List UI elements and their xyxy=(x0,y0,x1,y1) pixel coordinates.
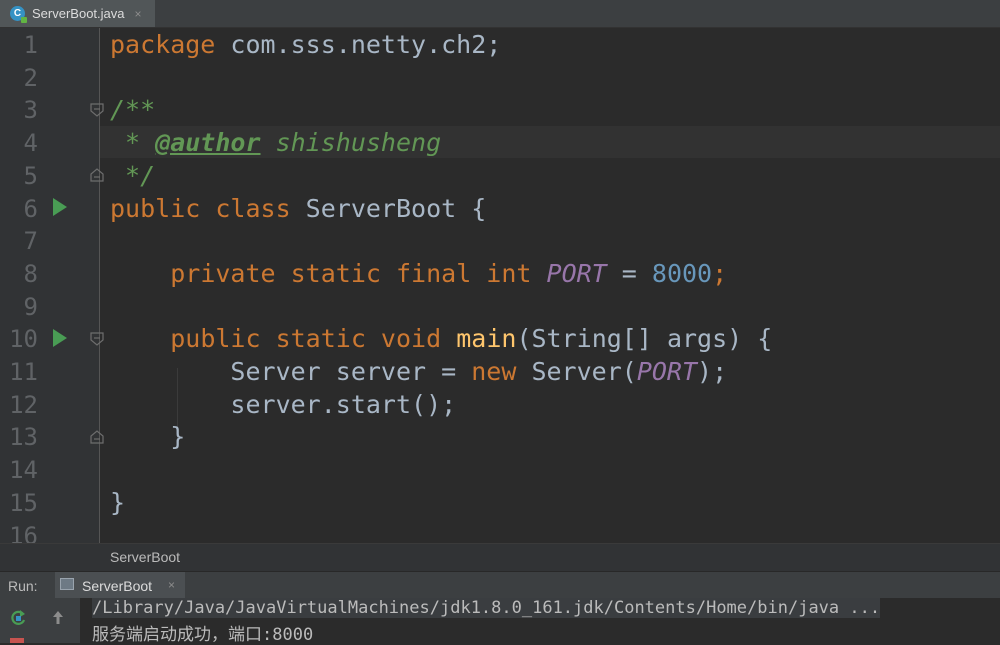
unfold-icon[interactable] xyxy=(90,168,104,182)
code-line-4: * @author shishusheng xyxy=(110,128,442,158)
close-tab-icon[interactable]: × xyxy=(135,7,142,21)
code-line-6: public class ServerBoot { xyxy=(110,193,487,223)
line-number: 4 xyxy=(23,129,38,158)
breadcrumb: ServerBoot xyxy=(0,543,1000,571)
run-class-icon[interactable] xyxy=(53,198,67,216)
run-label: Run: xyxy=(8,578,38,594)
line-number: 7 xyxy=(23,227,38,256)
code-editor[interactable]: 1 2 3 4 5 6 7 8 9 10 11 12 13 14 15 16 p… xyxy=(0,28,1000,543)
code-line-5: */ xyxy=(110,160,156,190)
code-line-3: /** xyxy=(110,95,156,125)
fold-icon[interactable] xyxy=(90,103,104,117)
file-tab-label: ServerBoot.java xyxy=(32,6,125,21)
java-class-icon: C xyxy=(10,6,27,23)
close-run-tab-icon[interactable]: × xyxy=(168,578,175,592)
run-toolwindow-header: Run: ServerBoot × xyxy=(0,571,1000,599)
line-number: 14 xyxy=(9,456,38,485)
stop-icon[interactable] xyxy=(10,638,24,643)
run-console[interactable]: /Library/Java/JavaVirtualMachines/jdk1.8… xyxy=(0,598,1000,645)
console-icon xyxy=(60,578,74,590)
run-config-tab[interactable]: ServerBoot × xyxy=(55,572,185,599)
code-line-10: public static void main(String[] args) { xyxy=(170,324,773,354)
code-line-13: } xyxy=(110,422,186,452)
console-output-line: 服务端启动成功，端口:8000 xyxy=(92,625,314,645)
code-line-15: } xyxy=(110,487,126,517)
line-number: 16 xyxy=(9,521,38,544)
fold-icon[interactable] xyxy=(90,332,104,346)
line-number: 2 xyxy=(23,63,38,92)
line-number: 5 xyxy=(23,161,38,190)
code-line-8: private static final int PORT = 8000; xyxy=(170,258,728,288)
editor-tab-bar: C ServerBoot.java × xyxy=(0,0,1000,28)
console-command-line: /Library/Java/JavaVirtualMachines/jdk1.8… xyxy=(92,598,881,618)
line-number: 10 xyxy=(9,325,38,354)
run-tab-label: ServerBoot xyxy=(82,578,153,594)
code-line-12: server.start(); xyxy=(110,389,457,419)
line-number: 15 xyxy=(9,488,38,517)
code-line-11: Server server = new Server(PORT); xyxy=(110,357,728,386)
line-number: 13 xyxy=(9,423,38,452)
console-toolbar xyxy=(0,598,80,643)
code-line-1: package com.sss.netty.ch2; xyxy=(110,30,502,59)
rerun-icon[interactable] xyxy=(8,608,28,628)
line-number: 8 xyxy=(23,259,38,288)
scroll-up-icon[interactable] xyxy=(48,608,68,628)
unfold-icon[interactable] xyxy=(90,430,104,444)
line-number: 9 xyxy=(23,292,38,321)
run-main-icon[interactable] xyxy=(53,329,67,347)
line-number: 11 xyxy=(9,358,38,386)
line-number: 6 xyxy=(23,194,38,223)
file-tab-serverboot[interactable]: C ServerBoot.java × xyxy=(0,0,155,27)
line-number: 3 xyxy=(23,96,38,125)
line-number: 12 xyxy=(9,390,38,419)
breadcrumb-item-serverboot[interactable]: ServerBoot xyxy=(110,549,180,565)
line-number: 1 xyxy=(23,31,38,59)
